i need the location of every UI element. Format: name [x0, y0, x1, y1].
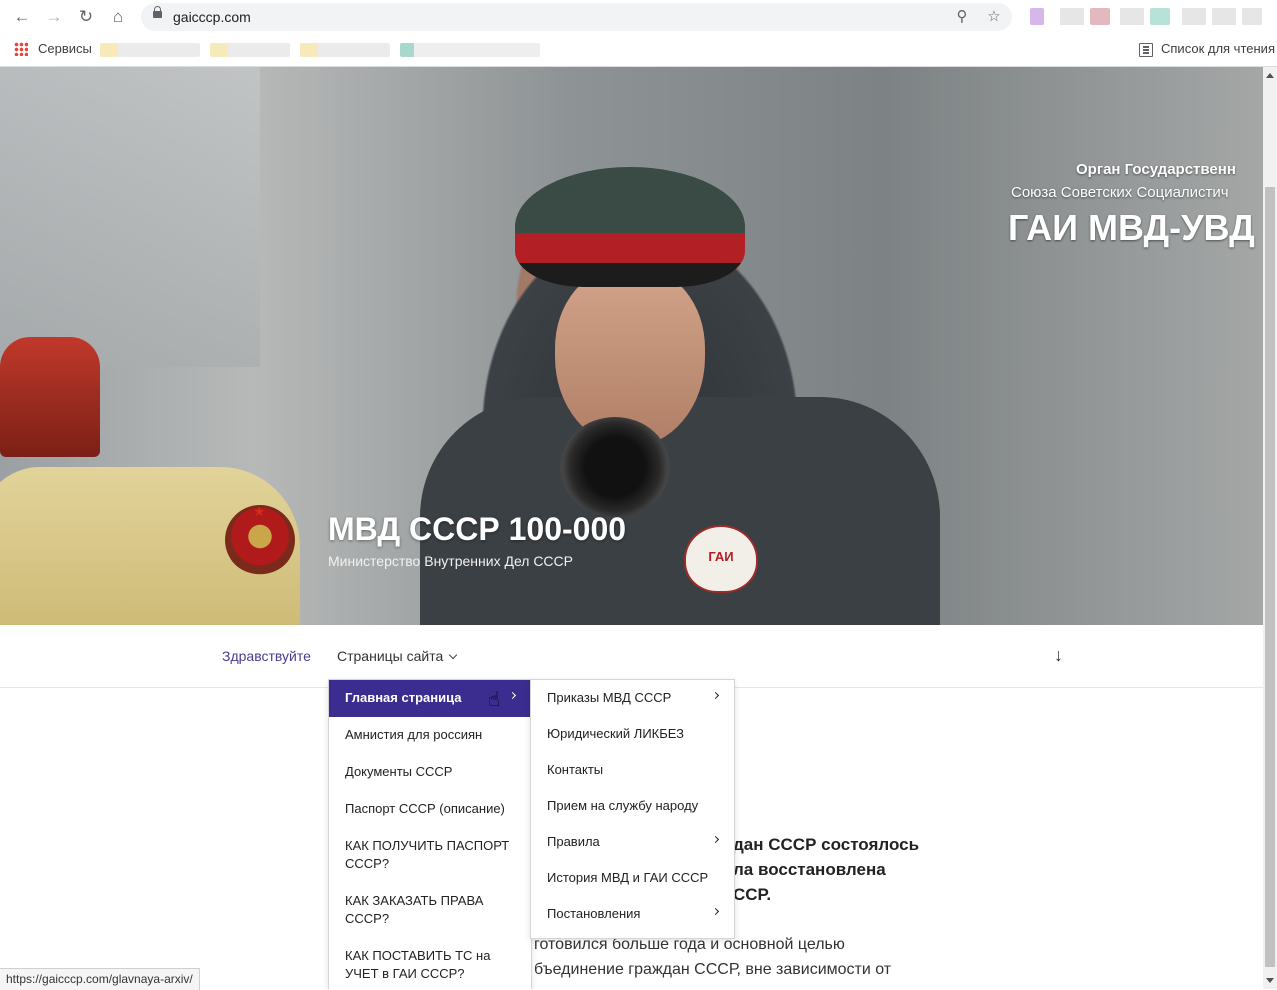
extension-icon[interactable] — [1060, 8, 1084, 25]
menu-item-documents[interactable]: Документы СССР — [329, 754, 531, 791]
bookmark-item[interactable] — [100, 43, 200, 57]
hero-radar-gun — [560, 417, 670, 517]
chevron-right-icon — [508, 691, 517, 700]
zoom-icon[interactable]: ⚲ — [952, 7, 972, 27]
menu-item-order-license[interactable]: КАК ЗАКАЗАТЬ ПРАВА СССР? — [329, 883, 531, 938]
reading-list-icon[interactable] — [1139, 43, 1153, 57]
hero-officer-cap — [515, 167, 745, 287]
hero-background — [0, 67, 260, 367]
vertical-scrollbar[interactable] — [1263, 67, 1277, 989]
home-icon[interactable]: ⌂ — [107, 6, 129, 28]
menu-item-label: Приказы МВД СССР — [547, 690, 672, 705]
hero-overlay-line1: Орган Государственн — [1076, 161, 1236, 178]
hero-gai-badge: ГАИ — [684, 525, 758, 593]
bookmark-star-icon[interactable]: ☆ — [984, 7, 1004, 27]
menu-item-passport[interactable]: Паспорт СССР (описание) — [329, 791, 531, 828]
article-heading: дан СССР состоялось ла восстановлена ССР… — [733, 832, 919, 907]
arrow-down-icon[interactable]: ↓ — [1054, 645, 1068, 665]
article-heading-line: дан СССР состоялось — [733, 835, 920, 854]
extension-icon[interactable] — [1090, 8, 1110, 25]
submenu-item-rules[interactable]: Правила — [531, 824, 734, 860]
extension-icon[interactable] — [1030, 8, 1044, 25]
chevron-right-icon — [711, 835, 720, 844]
scroll-down-icon[interactable] — [1266, 978, 1274, 983]
chevron-right-icon — [711, 691, 720, 700]
nav-link-hello[interactable]: Здравствуйте — [222, 648, 311, 664]
extension-icon[interactable] — [1182, 8, 1206, 25]
reading-list-label[interactable]: Список для чтения — [1161, 41, 1275, 56]
url-text[interactable]: gaicccp.com — [173, 9, 251, 25]
site-title[interactable]: МВД СССР 100-000 — [328, 511, 626, 548]
extension-icon[interactable] — [1212, 8, 1236, 25]
bookmarks-bar: Сервисы Список для чтения — [0, 34, 1277, 67]
reload-icon[interactable]: ↻ — [75, 6, 97, 28]
hero-overlay-line2: Союза Советских Социалистич — [1011, 184, 1229, 201]
article-paragraph: готовился больше года и основной целью б… — [534, 932, 891, 982]
menu-item-label: Постановления — [547, 906, 641, 921]
hero-overlay-line3: ГАИ МВД-УВД — [1008, 207, 1255, 248]
nav-link-pages[interactable]: Страницы сайта — [337, 648, 458, 664]
submenu-item-history[interactable]: История МВД и ГАИ СССР — [531, 860, 734, 896]
article-paragraph-line: бъединение граждан СССР, вне зависимости… — [534, 961, 892, 978]
bookmark-item[interactable] — [210, 43, 290, 57]
back-icon[interactable]: ← — [11, 6, 33, 28]
home-submenu: Приказы МВД СССР Юридический ЛИКБЕЗ Конт… — [530, 679, 735, 939]
submenu-item-contacts[interactable]: Контакты — [531, 752, 734, 788]
submenu-item-resolutions[interactable]: Постановления — [531, 896, 734, 932]
nav-link-pages-label: Страницы сайта — [337, 648, 444, 664]
hero-siren — [0, 337, 100, 457]
scrollbar-thumb[interactable] — [1265, 187, 1275, 967]
chevron-down-icon — [449, 650, 458, 660]
page-viewport: ГАИ Орган Государственн Союза Советских … — [0, 67, 1263, 989]
submenu-item-orders[interactable]: Приказы МВД СССР — [531, 680, 734, 716]
extension-icon[interactable] — [1150, 8, 1170, 25]
browser-toolbar: ← → ↻ ⌂ gaicccp.com ⚲ ☆ — [0, 0, 1277, 34]
hand-cursor-icon: ☝ — [488, 689, 501, 711]
bookmark-item[interactable] — [400, 43, 540, 57]
menu-item-label: Главная страница — [345, 690, 462, 705]
submenu-item-legal[interactable]: Юридический ЛИКБЕЗ — [531, 716, 734, 752]
extension-icon[interactable] — [1120, 8, 1144, 25]
article-heading-line: ла восстановлена — [733, 860, 886, 879]
forward-icon[interactable]: → — [43, 6, 65, 28]
lock-icon[interactable] — [153, 6, 162, 18]
bookmark-item[interactable] — [300, 43, 390, 57]
menu-item-get-passport[interactable]: КАК ПОЛУЧИТЬ ПАСПОРТ СССР? — [329, 828, 531, 883]
menu-item-amnesty[interactable]: Амнистия для россиян — [329, 717, 531, 754]
apps-grid-icon[interactable] — [14, 42, 28, 56]
pages-dropdown-menu: Главная страница Амнистия для россиян До… — [328, 679, 532, 989]
bookmark-apps[interactable]: Сервисы — [38, 41, 92, 56]
menu-item-label: Правила — [547, 834, 600, 849]
address-bar[interactable]: gaicccp.com ⚲ ☆ — [141, 3, 1012, 31]
ussr-emblem-logo[interactable] — [225, 503, 295, 575]
submenu-item-recruitment[interactable]: Прием на службу народу — [531, 788, 734, 824]
article-heading-line: ССР. — [733, 885, 772, 904]
profile-avatar[interactable] — [1242, 8, 1262, 25]
chevron-right-icon — [711, 907, 720, 916]
scroll-up-icon[interactable] — [1266, 73, 1274, 78]
site-subtitle: Министерство Внутренних Дел СССР — [328, 553, 573, 569]
hero-image: ГАИ Орган Государственн Союза Советских … — [0, 67, 1263, 625]
status-bar-url: https://gaicccp.com/glavnaya-arxiv/ — [0, 968, 200, 990]
menu-item-register-vehicle[interactable]: КАК ПОСТАВИТЬ ТС на УЧЕТ в ГАИ СССР? — [329, 938, 531, 989]
